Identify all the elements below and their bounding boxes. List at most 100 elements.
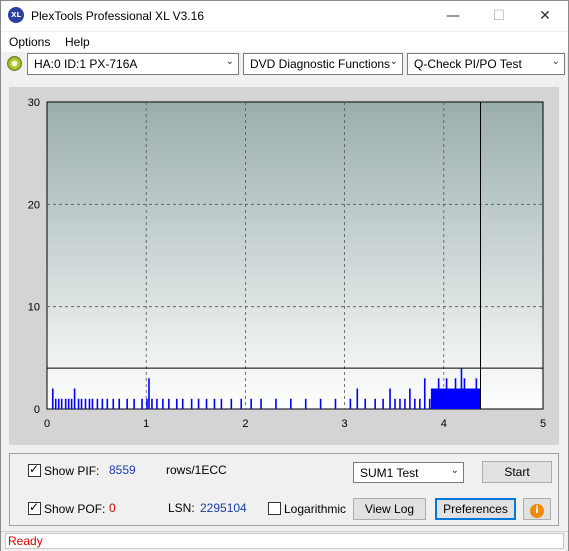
show-pof-label: Show POF: bbox=[44, 502, 106, 516]
data-bar bbox=[112, 398, 115, 409]
data-bar bbox=[175, 398, 178, 409]
data-bar bbox=[54, 398, 57, 409]
data-bar bbox=[389, 388, 391, 409]
data-bar bbox=[73, 388, 76, 409]
data-bar bbox=[162, 398, 164, 409]
chart-panel: 0 1 2 3 4 5 0 10 20 30 bbox=[9, 87, 559, 445]
toolbar: HA:0 ID:1 PX-716A ⌄ DVD Diagnostic Funct… bbox=[1, 53, 568, 79]
y-tick-label: 10 bbox=[28, 302, 40, 314]
function-select-value: DVD Diagnostic Functions bbox=[250, 57, 391, 71]
info-button[interactable]: i bbox=[523, 498, 551, 520]
data-bar bbox=[197, 398, 200, 409]
sum-test-select[interactable]: SUM1 Test ⌄ bbox=[353, 462, 464, 483]
data-bar bbox=[364, 398, 367, 409]
pif-chart: 0 1 2 3 4 5 0 10 20 30 bbox=[28, 97, 546, 430]
data-bar bbox=[260, 398, 262, 409]
data-bar bbox=[88, 398, 91, 409]
data-bar bbox=[156, 398, 158, 409]
logarithmic-checkbox[interactable] bbox=[268, 502, 281, 515]
chevron-down-icon: ⌄ bbox=[389, 56, 398, 67]
x-tick-label: 1 bbox=[143, 418, 149, 430]
y-tick-label: 20 bbox=[28, 199, 40, 211]
data-bar bbox=[70, 398, 73, 409]
drive-select-value: HA:0 ID:1 PX-716A bbox=[34, 57, 138, 71]
data-bar bbox=[374, 398, 376, 409]
data-bar bbox=[399, 398, 401, 409]
x-tick-label: 3 bbox=[342, 418, 348, 430]
window-title: PlexTools Professional XL V3.16 bbox=[31, 9, 204, 23]
lsn-label: LSN: bbox=[168, 501, 195, 515]
data-bar bbox=[205, 398, 208, 409]
menu-bar: Options Help bbox=[1, 32, 568, 52]
data-bar bbox=[96, 398, 99, 409]
status-text: Ready bbox=[5, 533, 564, 549]
logarithmic-label: Logarithmic bbox=[284, 502, 347, 516]
data-bar bbox=[240, 398, 243, 409]
data-bar bbox=[356, 388, 359, 409]
dense-data-block bbox=[430, 388, 481, 409]
maximize-button[interactable]: ☐ bbox=[476, 1, 522, 31]
close-button[interactable]: ✕ bbox=[522, 1, 568, 31]
menu-options[interactable]: Options bbox=[9, 35, 50, 49]
drive-disc-icon bbox=[7, 56, 22, 71]
data-bar bbox=[190, 398, 193, 409]
pif-unit: rows/1ECC bbox=[166, 463, 227, 477]
data-bar bbox=[148, 378, 150, 409]
data-bar bbox=[409, 388, 411, 409]
lsn-value: 2295104 bbox=[200, 501, 247, 515]
data-bar bbox=[428, 398, 431, 409]
data-bar bbox=[51, 388, 54, 409]
function-select[interactable]: DVD Diagnostic Functions ⌄ bbox=[243, 53, 403, 75]
show-pof-checkbox[interactable] bbox=[28, 500, 41, 515]
data-bar bbox=[290, 398, 292, 409]
data-bar bbox=[133, 398, 135, 409]
sum-test-value: SUM1 Test bbox=[360, 466, 419, 480]
data-bar bbox=[181, 398, 184, 409]
x-tick-label: 2 bbox=[242, 418, 248, 430]
data-bar bbox=[304, 398, 307, 409]
data-bar bbox=[146, 398, 148, 409]
y-tick-label: 0 bbox=[34, 404, 40, 416]
data-bar bbox=[382, 398, 384, 409]
minimize-button[interactable]: — bbox=[430, 1, 476, 31]
data-bar bbox=[168, 398, 170, 409]
data-bar bbox=[334, 398, 337, 409]
data-bar bbox=[80, 398, 83, 409]
chevron-down-icon: ⌄ bbox=[450, 465, 459, 476]
data-bar bbox=[101, 398, 104, 409]
data-bar bbox=[67, 398, 70, 409]
data-bar bbox=[414, 398, 416, 409]
data-bar bbox=[84, 398, 87, 409]
data-bar bbox=[275, 398, 277, 409]
info-icon: i bbox=[530, 504, 544, 518]
data-bar bbox=[423, 378, 426, 409]
x-tick-label: 0 bbox=[44, 418, 50, 430]
main-window: XL PlexTools Professional XL V3.16 — ☐ ✕… bbox=[0, 0, 569, 551]
data-bar bbox=[57, 398, 60, 409]
data-bar bbox=[404, 398, 406, 409]
data-bar bbox=[349, 398, 352, 409]
drive-select[interactable]: HA:0 ID:1 PX-716A ⌄ bbox=[27, 53, 239, 75]
data-bar bbox=[91, 398, 94, 409]
title-bar: XL PlexTools Professional XL V3.16 — ☐ ✕ bbox=[1, 1, 568, 31]
data-bar bbox=[319, 398, 322, 409]
y-tick-label: 30 bbox=[28, 97, 40, 109]
x-tick-label: 4 bbox=[441, 418, 447, 430]
start-button[interactable]: Start bbox=[482, 461, 552, 483]
data-bar bbox=[77, 398, 80, 409]
data-bar bbox=[213, 398, 216, 409]
chevron-down-icon: ⌄ bbox=[225, 56, 234, 67]
show-pif-label: Show PIF: bbox=[44, 464, 100, 478]
preferences-button[interactable]: Preferences bbox=[435, 498, 516, 520]
data-bar bbox=[126, 398, 128, 409]
controls-panel: Show PIF: 8559 rows/1ECC SUM1 Test ⌄ Sta… bbox=[9, 453, 559, 526]
data-bar bbox=[118, 398, 121, 409]
pif-value: 8559 bbox=[109, 463, 136, 477]
status-bar: Ready bbox=[1, 531, 568, 551]
view-log-button[interactable]: View Log bbox=[353, 498, 426, 520]
show-pif-checkbox[interactable] bbox=[28, 462, 41, 477]
data-bar bbox=[106, 398, 109, 409]
test-select[interactable]: Q-Check PI/PO Test ⌄ bbox=[407, 53, 565, 75]
test-select-value: Q-Check PI/PO Test bbox=[414, 57, 522, 71]
menu-help[interactable]: Help bbox=[65, 35, 90, 49]
